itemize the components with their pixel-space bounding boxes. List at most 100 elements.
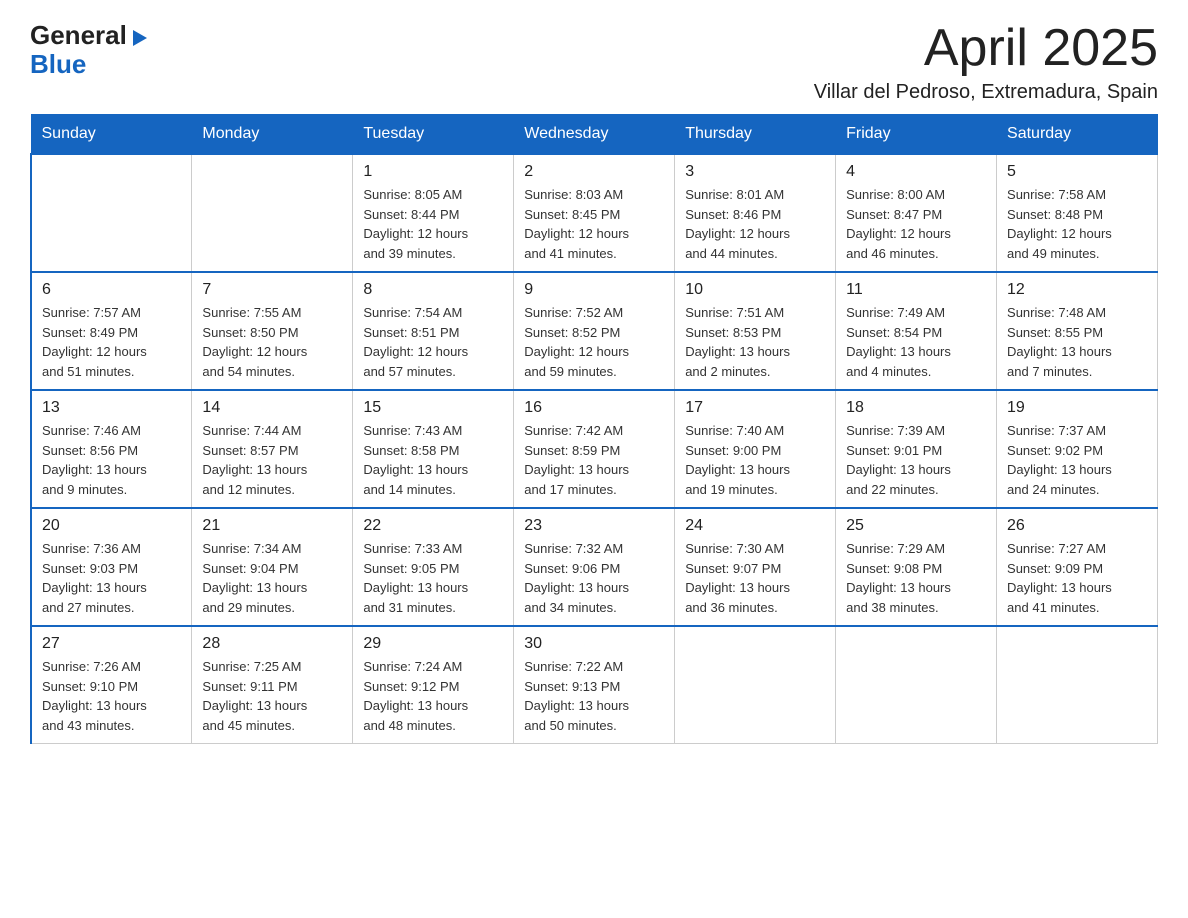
calendar-cell: 11 Sunrise: 7:49 AM Sunset: 8:54 PM Dayli… xyxy=(836,272,997,390)
weekday-header: Saturday xyxy=(997,115,1158,155)
calendar-cell: 25 Sunrise: 7:29 AM Sunset: 9:08 PM Dayli… xyxy=(836,508,997,626)
weekday-header: Wednesday xyxy=(514,115,675,155)
weekday-header: Thursday xyxy=(675,115,836,155)
calendar-cell xyxy=(31,154,192,272)
calendar-cell: 4 Sunrise: 8:00 AM Sunset: 8:47 PM Daylig… xyxy=(836,154,997,272)
day-info: Sunrise: 7:57 AM Sunset: 8:49 PM Dayligh… xyxy=(42,303,181,381)
calendar-cell xyxy=(997,626,1158,744)
calendar-week-row: 1 Sunrise: 8:05 AM Sunset: 8:44 PM Daylig… xyxy=(31,154,1158,272)
day-info: Sunrise: 7:40 AM Sunset: 9:00 PM Dayligh… xyxy=(685,421,825,499)
day-number: 30 xyxy=(524,635,664,653)
subtitle: Villar del Pedroso, Extremadura, Spain xyxy=(814,81,1158,104)
logo-general-text: General xyxy=(30,20,127,51)
calendar-cell: 16Sunrise: 7:42 AM Sunset: 8:59 PM Dayli… xyxy=(514,390,675,508)
day-info: Sunrise: 7:52 AM Sunset: 8:52 PM Dayligh… xyxy=(524,303,664,381)
day-info: Sunrise: 7:32 AM Sunset: 9:06 PM Dayligh… xyxy=(524,539,664,617)
day-number: 11 xyxy=(846,281,986,299)
day-number: 13 xyxy=(42,399,181,417)
day-number: 5 xyxy=(1007,163,1147,181)
calendar-week-row: 20Sunrise: 7:36 AM Sunset: 9:03 PM Dayli… xyxy=(31,508,1158,626)
logo-line1: General xyxy=(30,20,151,51)
calendar-cell: 10Sunrise: 7:51 AM Sunset: 8:53 PM Dayli… xyxy=(675,272,836,390)
calendar-cell: 30 Sunrise: 7:22 AM Sunset: 9:13 PM Dayli… xyxy=(514,626,675,744)
calendar-cell: 26 Sunrise: 7:27 AM Sunset: 9:09 PM Dayli… xyxy=(997,508,1158,626)
weekday-header: Sunday xyxy=(31,115,192,155)
day-info: Sunrise: 7:37 AM Sunset: 9:02 PM Dayligh… xyxy=(1007,421,1147,499)
day-info: Sunrise: 7:46 AM Sunset: 8:56 PM Dayligh… xyxy=(42,421,181,499)
day-info: Sunrise: 7:44 AM Sunset: 8:57 PM Dayligh… xyxy=(202,421,342,499)
weekday-header: Friday xyxy=(836,115,997,155)
calendar-cell: 28Sunrise: 7:25 AM Sunset: 9:11 PM Dayli… xyxy=(192,626,353,744)
calendar-cell: 21 Sunrise: 7:34 AM Sunset: 9:04 PM Dayli… xyxy=(192,508,353,626)
calendar-cell xyxy=(836,626,997,744)
day-info: Sunrise: 7:48 AM Sunset: 8:55 PM Dayligh… xyxy=(1007,303,1147,381)
day-number: 25 xyxy=(846,517,986,535)
day-number: 21 xyxy=(202,517,342,535)
day-number: 3 xyxy=(685,163,825,181)
logo-blue-text: Blue xyxy=(30,51,86,77)
day-info: Sunrise: 7:25 AM Sunset: 9:11 PM Dayligh… xyxy=(202,657,342,735)
calendar-cell: 9 Sunrise: 7:52 AM Sunset: 8:52 PM Daylig… xyxy=(514,272,675,390)
calendar-cell: 24 Sunrise: 7:30 AM Sunset: 9:07 PM Dayli… xyxy=(675,508,836,626)
day-info: Sunrise: 7:42 AM Sunset: 8:59 PM Dayligh… xyxy=(524,421,664,499)
calendar-cell: 27Sunrise: 7:26 AM Sunset: 9:10 PM Dayli… xyxy=(31,626,192,744)
day-number: 1 xyxy=(363,163,503,181)
day-number: 29 xyxy=(363,635,503,653)
calendar-cell: 6 Sunrise: 7:57 AM Sunset: 8:49 PM Daylig… xyxy=(31,272,192,390)
calendar-week-row: 6 Sunrise: 7:57 AM Sunset: 8:49 PM Daylig… xyxy=(31,272,1158,390)
day-number: 2 xyxy=(524,163,664,181)
day-info: Sunrise: 7:49 AM Sunset: 8:54 PM Dayligh… xyxy=(846,303,986,381)
calendar-cell: 14Sunrise: 7:44 AM Sunset: 8:57 PM Dayli… xyxy=(192,390,353,508)
day-info: Sunrise: 7:22 AM Sunset: 9:13 PM Dayligh… xyxy=(524,657,664,735)
day-info: Sunrise: 8:05 AM Sunset: 8:44 PM Dayligh… xyxy=(363,185,503,263)
day-info: Sunrise: 7:54 AM Sunset: 8:51 PM Dayligh… xyxy=(363,303,503,381)
calendar-cell: 18 Sunrise: 7:39 AM Sunset: 9:01 PM Dayli… xyxy=(836,390,997,508)
day-number: 22 xyxy=(363,517,503,535)
day-info: Sunrise: 7:58 AM Sunset: 8:48 PM Dayligh… xyxy=(1007,185,1147,263)
day-number: 26 xyxy=(1007,517,1147,535)
day-number: 23 xyxy=(524,517,664,535)
calendar-cell: 29Sunrise: 7:24 AM Sunset: 9:12 PM Dayli… xyxy=(353,626,514,744)
calendar-cell: 17Sunrise: 7:40 AM Sunset: 9:00 PM Dayli… xyxy=(675,390,836,508)
calendar-week-row: 27Sunrise: 7:26 AM Sunset: 9:10 PM Dayli… xyxy=(31,626,1158,744)
day-info: Sunrise: 7:26 AM Sunset: 9:10 PM Dayligh… xyxy=(42,657,181,735)
day-number: 19 xyxy=(1007,399,1147,417)
weekday-header: Tuesday xyxy=(353,115,514,155)
day-info: Sunrise: 7:29 AM Sunset: 9:08 PM Dayligh… xyxy=(846,539,986,617)
day-number: 12 xyxy=(1007,281,1147,299)
calendar-cell: 22Sunrise: 7:33 AM Sunset: 9:05 PM Dayli… xyxy=(353,508,514,626)
day-number: 10 xyxy=(685,281,825,299)
calendar-cell xyxy=(192,154,353,272)
day-info: Sunrise: 7:55 AM Sunset: 8:50 PM Dayligh… xyxy=(202,303,342,381)
day-number: 9 xyxy=(524,281,664,299)
page-header: General Blue April 2025 Villar del Pedro… xyxy=(30,20,1158,104)
day-info: Sunrise: 7:39 AM Sunset: 9:01 PM Dayligh… xyxy=(846,421,986,499)
day-number: 6 xyxy=(42,281,181,299)
day-info: Sunrise: 7:34 AM Sunset: 9:04 PM Dayligh… xyxy=(202,539,342,617)
calendar-table: SundayMondayTuesdayWednesdayThursdayFrid… xyxy=(30,114,1158,744)
calendar-cell: 8Sunrise: 7:54 AM Sunset: 8:51 PM Daylig… xyxy=(353,272,514,390)
calendar-cell: 7 Sunrise: 7:55 AM Sunset: 8:50 PM Daylig… xyxy=(192,272,353,390)
day-info: Sunrise: 7:30 AM Sunset: 9:07 PM Dayligh… xyxy=(685,539,825,617)
logo-triangle-icon xyxy=(129,26,151,48)
day-number: 24 xyxy=(685,517,825,535)
calendar-cell: 15Sunrise: 7:43 AM Sunset: 8:58 PM Dayli… xyxy=(353,390,514,508)
calendar-cell xyxy=(675,626,836,744)
calendar-cell: 2 Sunrise: 8:03 AM Sunset: 8:45 PM Daylig… xyxy=(514,154,675,272)
day-number: 7 xyxy=(202,281,342,299)
day-number: 18 xyxy=(846,399,986,417)
calendar-header-row: SundayMondayTuesdayWednesdayThursdayFrid… xyxy=(31,115,1158,155)
day-info: Sunrise: 7:27 AM Sunset: 9:09 PM Dayligh… xyxy=(1007,539,1147,617)
weekday-header: Monday xyxy=(192,115,353,155)
day-number: 15 xyxy=(363,399,503,417)
day-info: Sunrise: 8:01 AM Sunset: 8:46 PM Dayligh… xyxy=(685,185,825,263)
day-info: Sunrise: 8:03 AM Sunset: 8:45 PM Dayligh… xyxy=(524,185,664,263)
day-number: 4 xyxy=(846,163,986,181)
day-number: 20 xyxy=(42,517,181,535)
main-title: April 2025 xyxy=(814,20,1158,77)
calendar-cell: 12 Sunrise: 7:48 AM Sunset: 8:55 PM Dayli… xyxy=(997,272,1158,390)
calendar-cell: 3 Sunrise: 8:01 AM Sunset: 8:46 PM Daylig… xyxy=(675,154,836,272)
day-info: Sunrise: 8:00 AM Sunset: 8:47 PM Dayligh… xyxy=(846,185,986,263)
logo: General Blue xyxy=(30,20,151,77)
calendar-cell: 5 Sunrise: 7:58 AM Sunset: 8:48 PM Daylig… xyxy=(997,154,1158,272)
